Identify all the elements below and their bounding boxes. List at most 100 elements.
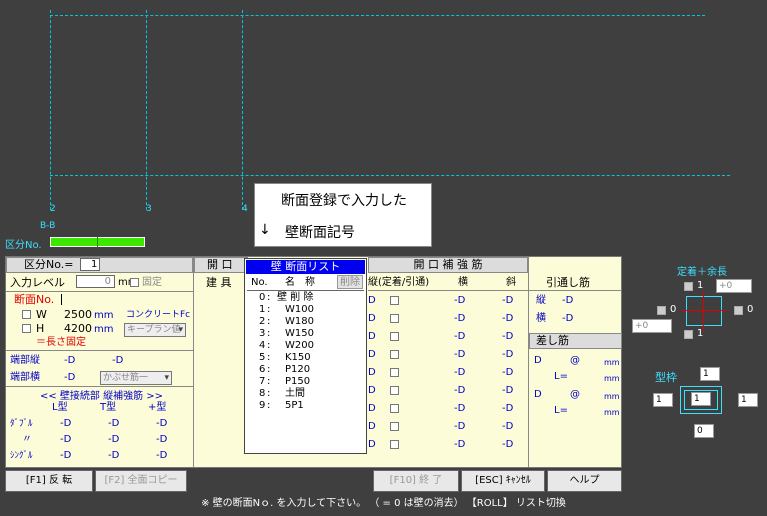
sashi-mm: mm [604,392,620,401]
help-button[interactable]: ヘルプ [547,470,622,492]
input-level-field[interactable]: 0 [76,275,115,288]
w-checkbox[interactable] [22,310,31,319]
tanbu-yoko-d: -D [64,372,76,383]
top-extension-field[interactable]: +0 [716,279,752,293]
hikitoshi-tate: 縦 [536,295,546,306]
joint-d: -D [108,434,120,445]
hokyo-naname-d: -D [502,295,514,306]
yoko-col: 横 [458,277,468,288]
hokyo-naname-d: -D [502,349,514,360]
sashi-mm: mm [604,408,620,417]
bottom-checkbox[interactable] [684,330,693,339]
katawaku-right-field[interactable]: 1 [738,393,758,407]
danmen-label: 断面No. [14,293,55,306]
hokyo-yoko-d: -D [454,439,466,450]
callout-line1: 断面登録で入力した [281,193,407,209]
hikitoshi-header: 引通し筋 [546,276,590,289]
hokyo-d: D [368,367,376,378]
hokyo-checkbox[interactable] [390,332,399,341]
joint-d: -D [156,418,168,429]
left-checkbox[interactable] [657,306,666,315]
katawaku-left-field[interactable]: 1 [653,393,673,407]
joint-d: -D [60,418,72,429]
section-label: B-B [40,221,56,231]
popup-title: 壁 断面リスト [246,260,365,274]
right-checkbox[interactable] [734,306,743,315]
hokyo-naname-d: -D [502,421,514,432]
concrete-select[interactable]: キープラン値 [124,323,186,337]
hokyo-checkbox[interactable] [390,314,399,323]
katawaku-bottom-field[interactable]: 0 [694,424,714,438]
hokyo-naname-d: -D [502,439,514,450]
hokyo-yoko-d: -D [454,385,466,396]
hokyo-checkbox[interactable] [390,422,399,431]
bottom-checkbox-label: 1 [697,328,704,339]
hokyo-checkbox[interactable] [390,440,399,449]
col-no: No. [251,277,268,288]
left-extension-field[interactable]: +0 [632,319,672,333]
tanbu-yoko-label: 端部横 [10,372,40,383]
hokyo-naname-d: -D [502,403,514,414]
f2-copy-button[interactable]: [F2] 全面コピー [95,470,187,492]
row-same: 〃 [22,434,32,445]
hokyo-yoko-d: -D [454,313,466,324]
fixed-checkbox[interactable] [130,278,139,287]
kubun-input[interactable]: 1 [80,258,100,271]
left-checkbox-label: 0 [670,304,677,315]
kaiko-header: 開 口 [194,257,248,273]
wall-section-list-popup: 壁 断面リスト No. 名 称 削除 0:壁 削 除 1: W100 2: W180… [244,258,367,454]
row-single: ｼﾝｸﾞﾙ [10,451,33,461]
h-value: 4200 [64,322,92,335]
hokyo-yoko-d: -D [454,421,466,432]
hokyo-checkbox[interactable] [390,350,399,359]
w-label: W [36,308,47,321]
hokyo-d: D [368,349,376,360]
hokyo-checkbox[interactable] [390,296,399,305]
hokyo-d: D [368,403,376,414]
hokyo-checkbox[interactable] [390,404,399,413]
col-t: T型 [100,402,117,413]
joint-d: -D [108,418,120,429]
esc-cancel-button[interactable]: [ESC] ｷｬﾝｾﾙ [461,470,545,492]
joint-d: -D [156,450,168,461]
input-level-label: 入力レベル [10,276,65,289]
sashi-d: D [534,355,542,366]
top-checkbox[interactable] [684,282,693,291]
hokyo-d: D [368,331,376,342]
tanbu-tate-label: 端部縦 [10,355,40,366]
tanbu-tate-d2: -D [112,355,124,366]
hokyo-checkbox[interactable] [390,386,399,395]
hikitoshi-yoko-d: -D [562,313,574,324]
w-value: 2500 [64,308,92,321]
katawaku-center-field[interactable]: 1 [691,392,711,406]
f10-exit-button[interactable]: [F10] 終 了 [373,470,459,492]
joint-d: -D [60,434,72,445]
hokyo-naname-d: -D [502,367,514,378]
sashi-mm: mm [604,374,620,383]
hokyo-checkbox[interactable] [390,368,399,377]
hokyo-yoko-d: -D [454,367,466,378]
h-checkbox[interactable] [22,324,31,333]
col-plus: +型 [148,402,167,413]
hokyo-d: D [368,385,376,396]
tate-col: 縦(定着/引通) [368,277,430,288]
kabuse-select[interactable]: かぶせ筋一 [100,371,172,385]
f1-flip-button[interactable]: [F1] 反 転 [5,470,93,492]
hokyo-naname-d: -D [502,385,514,396]
top-checkbox-label: 1 [697,280,704,291]
tategu-header: 建 具 [206,276,232,289]
katawaku-top-field[interactable]: 1 [700,367,720,381]
hokyo-naname-d: -D [502,313,514,324]
hokyo-yoko-d: -D [454,331,466,342]
sashi-l: L= [554,405,568,416]
fixed-label: 固定 [142,277,162,288]
grid-label-2: 2 [50,204,56,214]
delete-button[interactable]: 削除 [337,275,363,289]
teichaku-label: 定着＋余長 [677,267,727,278]
grid-label-3: 3 [146,204,152,214]
sashi-at: @ [570,355,580,366]
hikitoshi-tate-d: -D [562,295,574,306]
hokyo-d: D [368,313,376,324]
kubun-label: 区分No.= [24,258,74,271]
sashi-at: @ [570,389,580,400]
